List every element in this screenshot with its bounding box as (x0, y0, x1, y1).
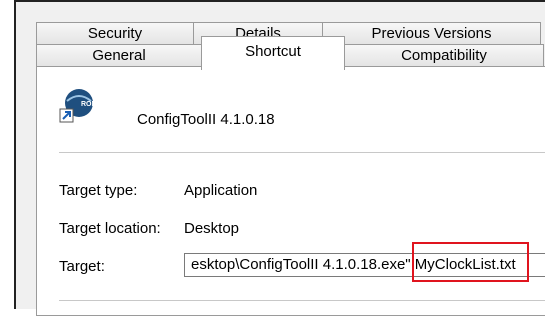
target-type-value: Application (184, 182, 258, 199)
tab-previous-versions[interactable]: Previous Versions (322, 22, 541, 44)
properties-dialog: Security Details Previous Versions Gener… (14, 0, 545, 316)
target-type-label: Target type: (59, 182, 138, 199)
tab-compatibility[interactable]: Compatibility (344, 44, 544, 66)
app-name: ConfigToolII 4.1.0.18 (137, 111, 275, 128)
svg-text:RON: RON (81, 101, 95, 108)
highlight-box (412, 242, 529, 282)
target-location-value: Desktop (184, 220, 240, 237)
tab-general[interactable]: General (36, 44, 202, 66)
divider (59, 152, 545, 153)
tab-row-bottom: General Shortcut Compatibility (36, 36, 544, 70)
shortcut-app-icon: RON (59, 87, 97, 123)
target-label: Target: (59, 258, 105, 275)
target-location-label: Target location: (59, 220, 161, 237)
divider-bottom (59, 300, 545, 301)
tab-shortcut[interactable]: Shortcut (201, 36, 345, 70)
tab-security[interactable]: Security (36, 22, 194, 44)
